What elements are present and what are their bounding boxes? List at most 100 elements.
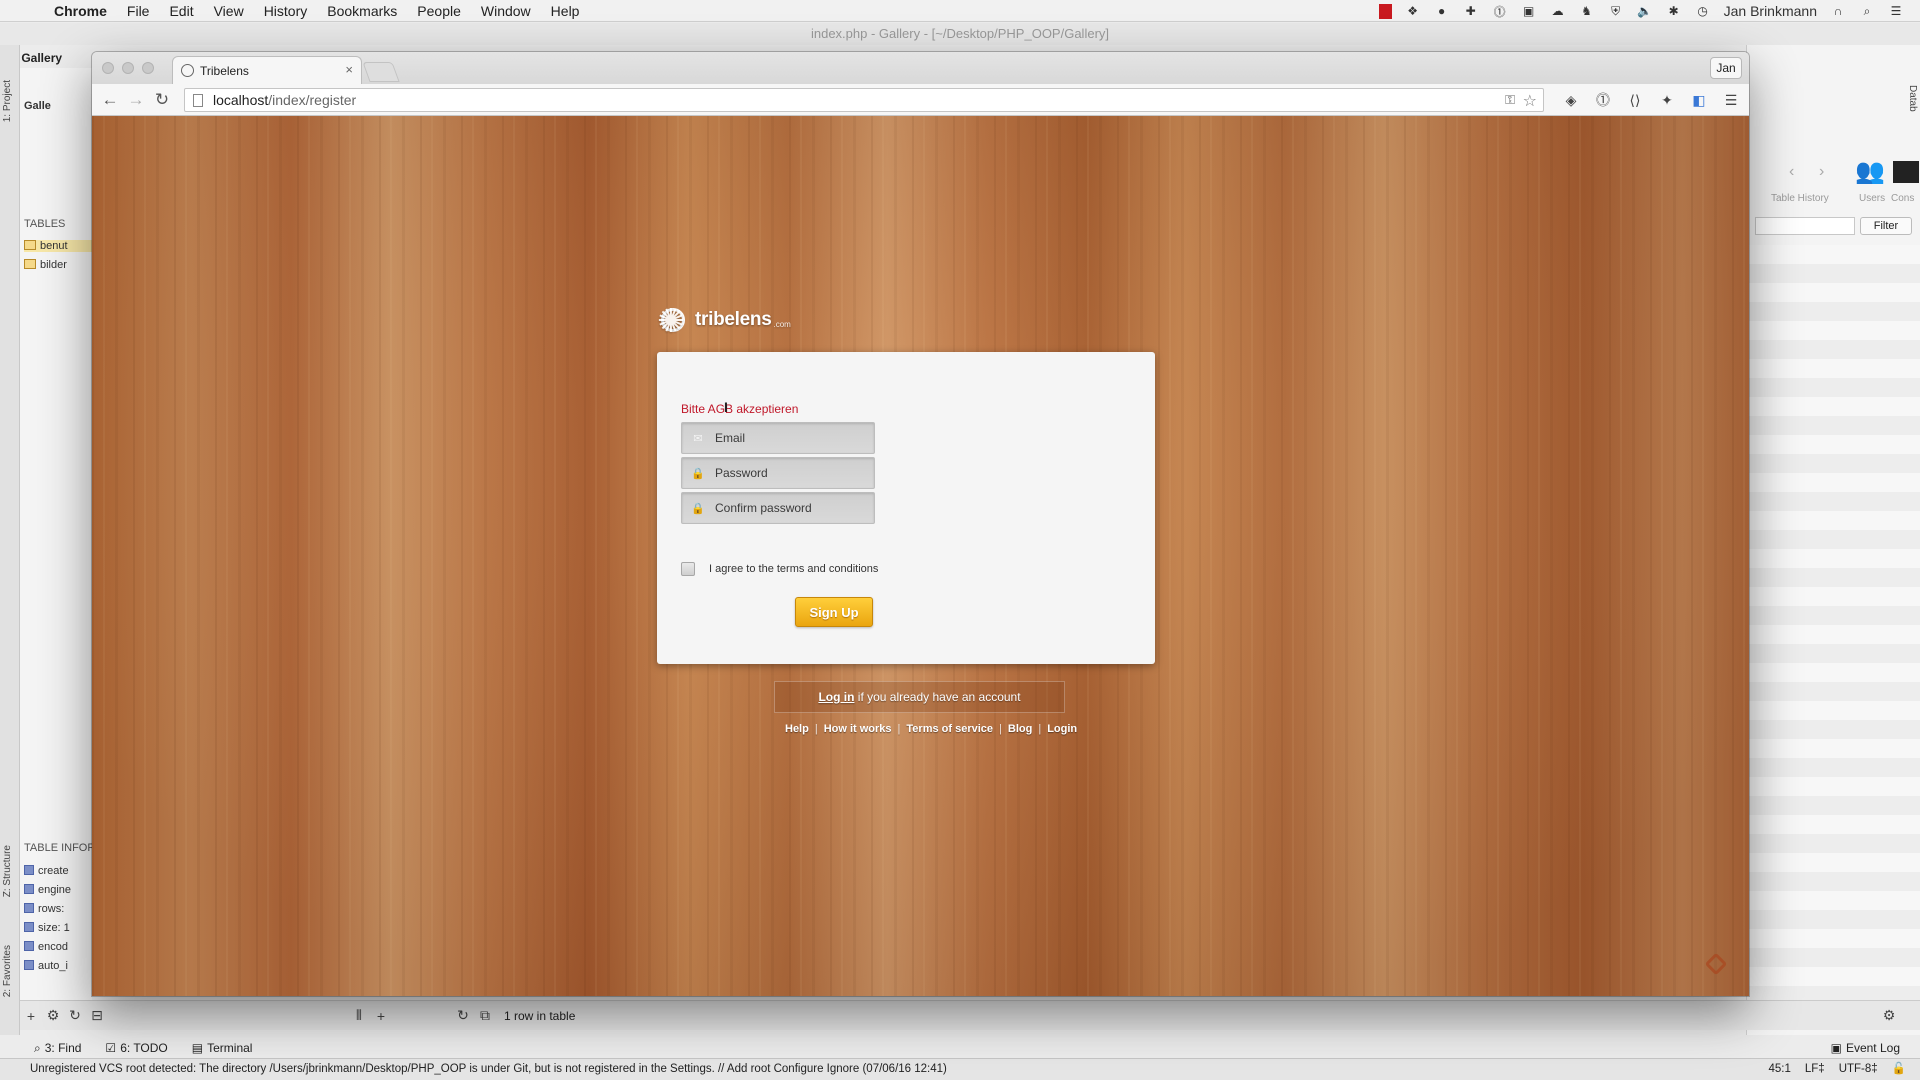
menu-window[interactable]: Window [481,3,531,19]
log-in-link[interactable]: Log in [818,690,854,704]
dropbox-icon[interactable]: ❖ [1405,4,1421,18]
browser-tab-tribelens[interactable]: Tribelens × [172,56,362,84]
file-encoding[interactable]: UTF-8‡ [1839,1059,1878,1080]
footer-link-login[interactable]: Login [1047,723,1077,735]
project-root[interactable]: Galle [24,100,92,112]
event-log-button[interactable]: ▣ Event Log [1831,1041,1900,1055]
terms-label[interactable]: I agree to the terms and conditions [709,563,878,575]
filter-input[interactable] [1755,217,1855,235]
recording-icon[interactable] [1378,3,1392,19]
volume-icon[interactable]: 🔈 [1637,4,1653,18]
back-arrow-icon[interactable]: ‹ [1789,163,1794,181]
sign-up-button[interactable]: Sign Up [795,597,873,627]
favorites-tool-tab[interactable]: 2: Favorites [2,945,13,997]
terms-checkbox[interactable] [681,562,695,576]
macos-menubar: Chrome File Edit View History Bookmarks … [0,0,1920,22]
code-extension-icon[interactable]: ⟨⟩ [1626,91,1644,109]
users-icon[interactable]: 👥 [1855,157,1885,186]
ide-window-title: index.php - Gallery - [~/Desktop/PHP_OOP… [0,23,1920,45]
user-name[interactable]: Jan Brinkmann [1724,3,1817,19]
project-tool-tab[interactable]: 1: Project [2,80,13,122]
password-field[interactable]: 🔒 [681,457,875,489]
footer-link-blog[interactable]: Blog [1008,723,1032,735]
collapse-icon[interactable]: ⊟ [86,1005,108,1027]
menu-help[interactable]: Help [551,3,580,19]
minimize-window-button[interactable] [122,62,134,74]
bird-extension-icon[interactable]: ✦ [1658,91,1676,109]
password-key-icon[interactable]: ⚿ [1505,92,1515,108]
console-icon[interactable] [1893,161,1919,183]
password-input[interactable] [715,466,865,480]
find-tool-button[interactable]: ⌕ 3: Find [34,1041,81,1056]
spotlight-search-icon[interactable]: ⌕ [1859,4,1875,18]
footer-link-terms[interactable]: Terms of service [906,723,993,735]
find-label: 3: Find [44,1041,82,1055]
copy-icon[interactable]: ⧉ [474,1005,496,1027]
gear-icon[interactable]: ⚙ [42,1005,64,1027]
forward-icon[interactable]: → [124,88,148,112]
table-item[interactable]: bilder [24,259,92,271]
confirm-password-input[interactable] [715,501,865,515]
menu-edit[interactable]: Edit [169,3,193,19]
menu-view[interactable]: View [214,3,244,19]
reload-icon[interactable]: ↻ [452,1005,474,1027]
layers-extension-icon[interactable]: ◈ [1562,91,1580,109]
close-window-button[interactable] [102,62,114,74]
chrome-menu-icon[interactable]: ☰ [1722,91,1740,109]
reload-page-icon[interactable]: ↻ [150,88,174,112]
settings-icon[interactable]: ⚙ [1878,1005,1900,1027]
lock-icon[interactable]: 🔓 [1892,1059,1906,1080]
line-separator[interactable]: LF‡ [1805,1059,1825,1080]
plus-icon[interactable]: ✚ [1463,4,1479,18]
sync-icon[interactable]: ● [1434,4,1450,18]
bookmark-star-icon[interactable]: ☆ [1523,91,1537,111]
menu-file[interactable]: File [127,3,150,19]
todo-tool-button[interactable]: ☑ 6: TODO [105,1041,167,1055]
forward-arrow-icon[interactable]: › [1819,163,1824,181]
table-item[interactable]: benut [24,240,92,252]
menu-history[interactable]: History [264,3,308,19]
app-icon[interactable]: ▣ [1521,4,1537,18]
filter-button[interactable]: Filter [1860,217,1912,235]
profile-button[interactable]: Jan [1710,57,1742,79]
add-row-icon[interactable]: + [370,1005,392,1027]
new-tab-button[interactable] [362,62,400,82]
address-bar[interactable]: localhost/index/register ⚿ ☆ [184,88,1544,112]
confirm-password-field[interactable]: 🔒 [681,492,875,524]
cursor-position[interactable]: 45:1 [1768,1059,1790,1080]
onepassword-extension-icon[interactable]: ⓵ [1594,91,1612,109]
time-machine-icon[interactable]: ◷ [1695,4,1711,18]
structure-tool-tab[interactable]: Z: Structure [2,845,13,897]
separator: | [814,723,818,735]
email-field[interactable]: ✉ [681,422,875,454]
cloud-icon[interactable]: ☁ [1550,4,1566,18]
sidebar-extension-icon[interactable]: ◧ [1690,91,1708,109]
close-tab-icon[interactable]: × [345,62,353,77]
separator: | [1038,723,1042,735]
evernote-icon[interactable]: ♞ [1579,4,1595,18]
email-input[interactable] [715,431,865,445]
lock-icon: 🔒 [691,467,705,480]
breadcrumb-item[interactable]: Gallery [21,51,62,65]
menu-people[interactable]: People [417,3,461,19]
vcs-status-message[interactable]: Unregistered VCS root detected: The dire… [30,1063,947,1075]
page-info-icon[interactable] [193,93,203,107]
onepassword-icon[interactable]: ⓵ [1492,4,1508,19]
notification-center-icon[interactable]: ☰ [1888,4,1904,18]
favicon-icon [181,64,194,77]
tribelens-logo[interactable]: tribelens .com [657,301,791,340]
menu-bookmarks[interactable]: Bookmarks [327,3,397,19]
database-tool-tab[interactable]: Datab [1907,85,1918,112]
columns-icon[interactable]: ⫴ [348,1005,370,1027]
terminal-tool-button[interactable]: ▤ Terminal [192,1041,253,1055]
footer-link-help[interactable]: Help [785,723,809,735]
bluetooth-icon[interactable]: ✱ [1666,4,1682,18]
back-icon[interactable]: ← [98,88,122,112]
refresh-icon[interactable]: ↻ [64,1005,86,1027]
footer-link-how-it-works[interactable]: How it works [824,723,892,735]
menu-app-chrome[interactable]: Chrome [54,3,107,19]
headphones-icon[interactable]: ∩ [1830,4,1846,18]
add-icon[interactable]: + [20,1005,42,1027]
shield-icon[interactable]: ⛨ [1608,4,1624,18]
zoom-window-button[interactable] [142,62,154,74]
